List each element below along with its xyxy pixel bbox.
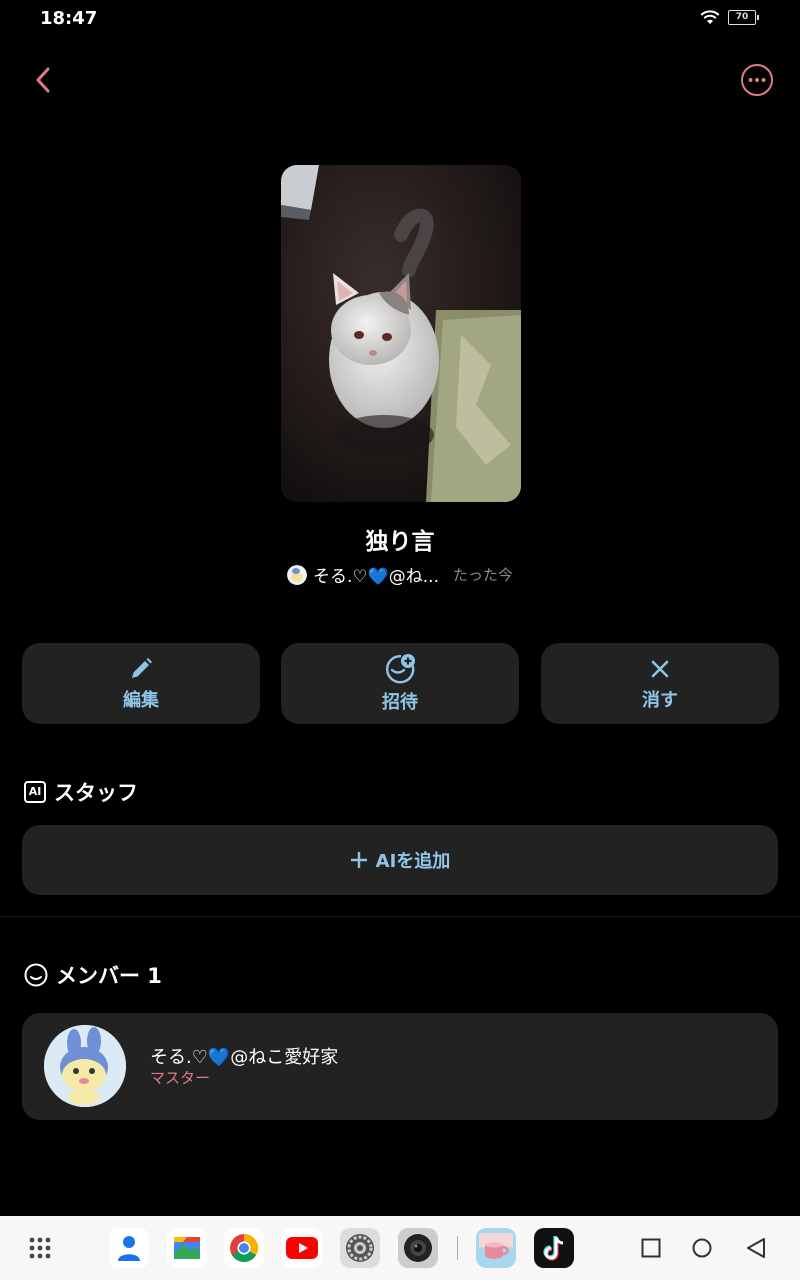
- files-icon[interactable]: [167, 1228, 207, 1268]
- add-ai-label: AIを追加: [375, 851, 451, 872]
- youtube-icon[interactable]: [282, 1228, 322, 1268]
- screen: 18:47 70 独り言 そる.♡💙@ね... たった今 編集 招待 消す AI…: [0, 0, 800, 1280]
- apps-grid-icon[interactable]: [28, 1236, 52, 1260]
- owner-row[interactable]: そる.♡💙@ね... たった今: [0, 562, 800, 587]
- status-time: 18:47: [40, 8, 98, 29]
- posted-time: たった今: [453, 566, 514, 584]
- invite-button[interactable]: 招待: [281, 643, 519, 724]
- invite-label: 招待: [382, 692, 418, 713]
- more-options-icon[interactable]: [740, 63, 774, 97]
- contacts-icon[interactable]: [109, 1228, 149, 1268]
- taskbar: [0, 1216, 800, 1280]
- owner-avatar: [286, 564, 307, 585]
- tiktok-icon[interactable]: [534, 1228, 574, 1268]
- recents-icon[interactable]: [641, 1238, 661, 1258]
- back-icon[interactable]: [745, 1237, 767, 1259]
- back-chevron-icon[interactable]: [28, 64, 60, 96]
- camera-icon[interactable]: [398, 1228, 438, 1268]
- cup-app-icon[interactable]: [476, 1228, 516, 1268]
- section-divider: [0, 916, 800, 917]
- close-icon: [651, 660, 669, 678]
- room-title: 独り言: [365, 529, 435, 555]
- status-icons: 70: [700, 9, 759, 25]
- plus-icon: [350, 852, 367, 868]
- taskbar-separator: [457, 1236, 458, 1260]
- battery-icon: 70: [728, 9, 759, 25]
- ai-badge-icon: AI: [24, 781, 46, 803]
- member-name: そる.♡💙@ねこ愛好家: [150, 1047, 339, 1068]
- edit-label: 編集: [123, 690, 159, 711]
- member-smile-icon: [24, 963, 48, 987]
- cat-photo: [281, 165, 521, 502]
- member-role: マスター: [150, 1069, 211, 1087]
- member-avatar: [44, 1025, 126, 1107]
- wifi-icon: [700, 10, 720, 24]
- members-section-title: メンバー 1: [24, 960, 162, 990]
- delete-button[interactable]: 消す: [541, 643, 779, 724]
- pencil-icon: [132, 658, 152, 678]
- chrome-icon[interactable]: [224, 1228, 264, 1268]
- room-cover-image[interactable]: [281, 165, 521, 502]
- members-title: メンバー 1: [56, 964, 162, 988]
- status-bar: 18:47 70: [0, 0, 800, 36]
- home-icon[interactable]: [692, 1238, 712, 1258]
- add-ai-button[interactable]: AIを追加: [22, 825, 778, 895]
- edit-button[interactable]: 編集: [22, 643, 260, 724]
- settings-icon[interactable]: [340, 1228, 380, 1268]
- owner-name: そる.♡💙@ね...: [312, 567, 439, 587]
- staff-title: スタッフ: [54, 781, 138, 805]
- add-member-icon: [386, 654, 415, 684]
- delete-label: 消す: [642, 690, 678, 711]
- member-list-item[interactable]: そる.♡💙@ねこ愛好家 マスター: [22, 1013, 778, 1120]
- staff-section-title: AI スタッフ: [24, 777, 138, 807]
